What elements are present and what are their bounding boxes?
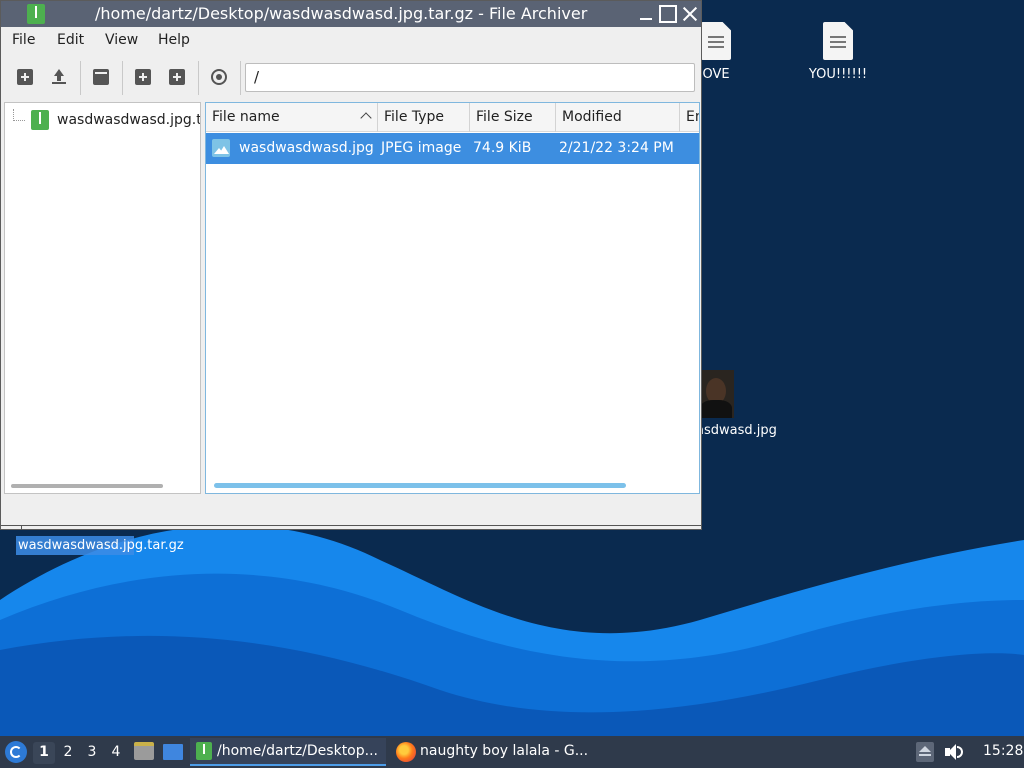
start-menu-icon[interactable] <box>5 741 27 763</box>
toolbar-separator <box>122 61 123 95</box>
image-file-icon <box>212 139 230 157</box>
clock[interactable]: 15:28 <box>983 743 1023 759</box>
tree-branch <box>13 109 25 121</box>
status-bar <box>1 525 701 530</box>
close-button[interactable] <box>681 5 699 23</box>
menu-file[interactable]: File <box>12 32 35 48</box>
window-title: /home/dartz/Desktop/wasdwasdwasd.jpg.tar… <box>95 4 588 23</box>
menu-help[interactable]: Help <box>158 32 190 48</box>
column-header-encrypted[interactable]: En <box>680 103 699 132</box>
volume-icon[interactable] <box>945 744 963 760</box>
table-row[interactable]: wasdwasdwasd.jpg JPEG image 74.9 KiB 2/2… <box>206 133 699 164</box>
desktop-icon-label: wasdwasdwasd.jpg.tar.gz <box>16 536 184 555</box>
cell-modified: 2/21/22 3:24 PM <box>559 140 674 156</box>
archive-icon <box>27 4 45 24</box>
menu-view[interactable]: View <box>105 32 138 48</box>
tree-horizontal-scrollbar[interactable] <box>11 484 163 488</box>
cell-file-size: 74.9 KiB <box>473 140 532 156</box>
column-header-label: File name <box>212 109 280 125</box>
toolbar-separator <box>198 61 199 95</box>
column-header-file-size[interactable]: File Size <box>470 103 556 132</box>
folder-tree[interactable]: wasdwasdwasd.jpg.tar.gz <box>4 102 201 494</box>
column-header-file-name[interactable]: File name <box>206 103 378 132</box>
firefox-icon <box>396 742 416 762</box>
add-files-icon[interactable] <box>135 69 151 85</box>
stop-icon[interactable] <box>211 69 227 85</box>
tree-item-label: wasdwasdwasd.jpg.tar.gz <box>57 112 200 128</box>
workspace-3[interactable]: 3 <box>81 742 103 764</box>
archive-icon <box>196 742 212 760</box>
show-desktop-icon[interactable] <box>163 744 183 760</box>
desktop-icon-jpg[interactable]: asdwasd.jpg <box>696 370 777 439</box>
maximize-button[interactable] <box>659 5 677 23</box>
text-file-icon <box>823 22 853 60</box>
cell-file-name: wasdwasdwasd.jpg <box>239 140 374 156</box>
file-list: File name File Type File Size Modified E… <box>205 102 700 494</box>
removable-media-icon[interactable] <box>916 742 934 762</box>
list-horizontal-scrollbar[interactable] <box>214 483 626 488</box>
workspace-4[interactable]: 4 <box>105 742 127 764</box>
add-folder-icon[interactable] <box>169 69 185 85</box>
desktop-icon-label: asdwasd.jpg <box>696 423 777 438</box>
open-archive-icon[interactable] <box>51 69 67 85</box>
list-header: File name File Type File Size Modified E… <box>206 103 699 132</box>
title-bar[interactable]: /home/dartz/Desktop/wasdwasdwasd.jpg.tar… <box>1 1 701 27</box>
file-manager-icon[interactable] <box>134 742 154 760</box>
archive-icon <box>31 110 49 130</box>
minimize-button[interactable] <box>637 5 655 23</box>
new-archive-icon[interactable] <box>17 69 33 85</box>
task-label: naughty boy lalala - G... <box>420 743 589 759</box>
column-header-modified[interactable]: Modified <box>556 103 680 132</box>
tree-item-archive[interactable]: wasdwasdwasd.jpg.tar.gz <box>5 109 200 133</box>
task-file-archiver[interactable]: /home/dartz/Desktop... <box>190 738 386 766</box>
extract-icon[interactable] <box>93 69 109 85</box>
file-archiver-window: /home/dartz/Desktop/wasdwasdwasd.jpg.tar… <box>0 0 702 530</box>
task-browser[interactable]: naughty boy lalala - G... <box>392 738 592 766</box>
task-label: /home/dartz/Desktop... <box>217 743 378 759</box>
desktop-icon-targz[interactable]: wasdwasdwasd.jpg.tar.gz <box>16 536 184 555</box>
location-input[interactable]: / <box>245 63 695 92</box>
toolbar-separator <box>240 61 241 95</box>
column-header-file-type[interactable]: File Type <box>378 103 470 132</box>
text-file-icon <box>701 22 731 60</box>
sort-ascending-icon <box>360 112 372 124</box>
desktop-icon-label: YOU!!!!!! <box>808 67 868 82</box>
toolbar-separator <box>80 61 81 95</box>
taskbar: 1 2 3 4 /home/dartz/Desktop... naughty b… <box>0 736 1024 768</box>
menu-bar: File Edit View Help <box>1 28 701 54</box>
desktop-icon-you[interactable]: YOU!!!!!! <box>806 22 870 83</box>
workspace-1[interactable]: 1 <box>33 742 55 764</box>
cell-file-type: JPEG image <box>381 140 462 156</box>
menu-edit[interactable]: Edit <box>57 32 84 48</box>
workspace-2[interactable]: 2 <box>57 742 79 764</box>
